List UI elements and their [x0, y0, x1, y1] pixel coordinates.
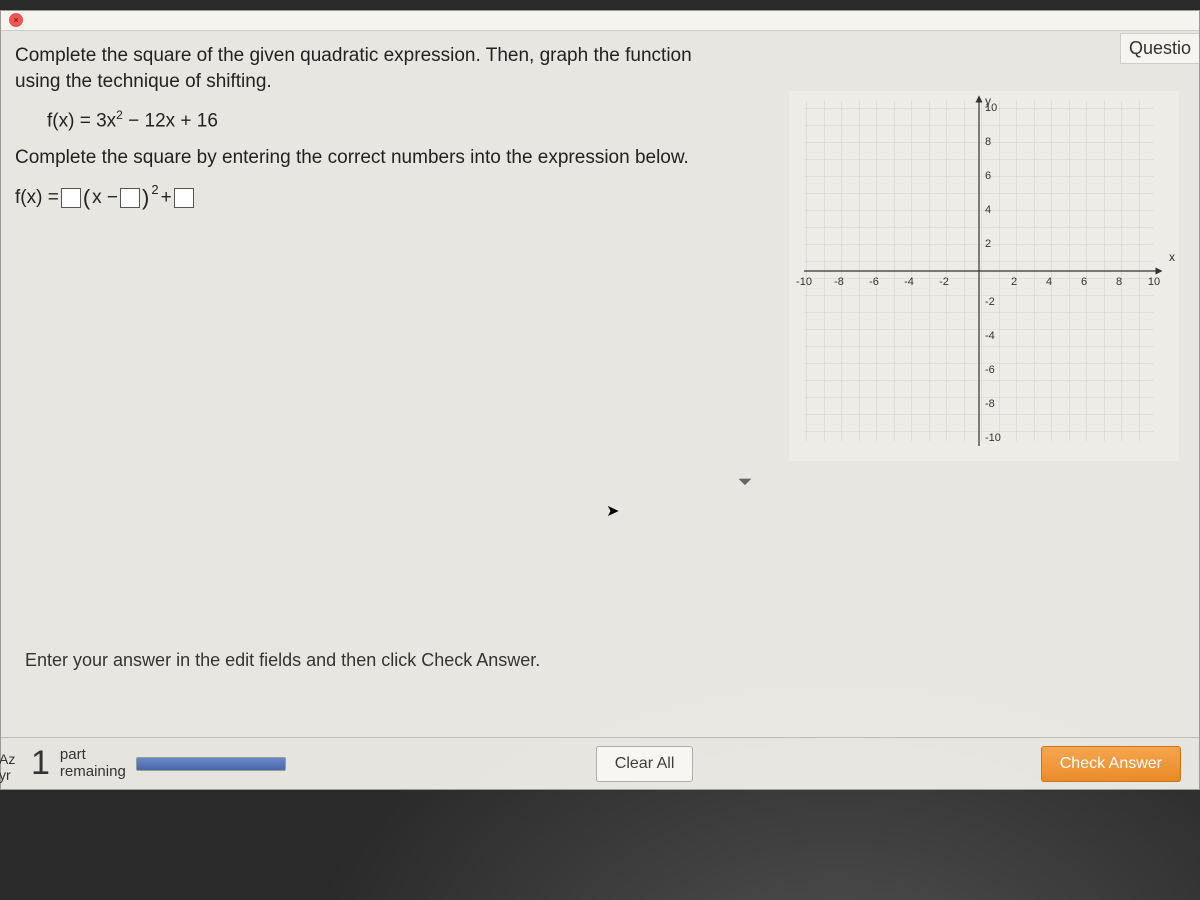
svg-text:4: 4	[1046, 276, 1052, 288]
close-icon[interactable]: ×	[9, 13, 23, 27]
parts-remaining-label: partremaining	[60, 747, 126, 780]
svg-text:-6: -6	[869, 276, 879, 288]
answer-prefix: f(x) =	[15, 187, 59, 209]
plus-sign: +	[161, 187, 172, 209]
sub-instruction: Complete the square by entering the corr…	[15, 147, 775, 169]
side-label: Azyr	[0, 752, 19, 783]
eq-exp: 2	[116, 108, 123, 122]
x-axis-label: x	[1169, 250, 1175, 264]
resize-handle-icon[interactable]: ◢	[737, 470, 753, 486]
svg-text:10: 10	[1148, 276, 1160, 288]
progress-bar	[136, 757, 286, 771]
coordinate-graph[interactable]: x y -10 -8 -6 -4 -2 2 4 6 8 10 10	[789, 91, 1179, 461]
svg-text:10: 10	[985, 102, 997, 114]
content-area: Complete the square of the given quadrat…	[1, 31, 1199, 731]
cursor-icon: ➤	[606, 501, 619, 521]
svg-text:2: 2	[1011, 276, 1017, 288]
footer-hint: Enter your answer in the edit fields and…	[25, 650, 540, 671]
problem-instruction: Complete the square of the given quadrat…	[15, 43, 735, 94]
parts-remaining-count: 1	[31, 744, 50, 783]
var-text: x −	[92, 187, 118, 209]
k-input[interactable]	[174, 188, 194, 208]
check-answer-button[interactable]: Check Answer	[1041, 746, 1181, 782]
svg-text:2: 2	[985, 238, 991, 250]
svg-text:8: 8	[985, 136, 991, 148]
svg-text:-10: -10	[985, 432, 1001, 444]
svg-text:-10: -10	[796, 276, 812, 288]
squared: 2	[151, 182, 158, 197]
svg-text:-2: -2	[939, 276, 949, 288]
svg-text:-4: -4	[904, 276, 914, 288]
svg-text:6: 6	[1081, 276, 1087, 288]
eq-post: − 12x + 16	[123, 111, 218, 132]
svg-text:-6: -6	[985, 364, 995, 376]
svg-text:-4: -4	[985, 330, 995, 342]
lparen: (	[83, 185, 90, 211]
coefficient-input[interactable]	[61, 188, 81, 208]
window-topbar: ×	[1, 11, 1199, 31]
svg-text:-2: -2	[985, 296, 995, 308]
assessment-window: × Questio Complete the square of the giv…	[0, 10, 1200, 790]
svg-text:6: 6	[985, 170, 991, 182]
rparen: )	[142, 185, 149, 211]
clear-all-button[interactable]: Clear All	[596, 746, 694, 782]
footer-bar: Azyr 1 partremaining Clear All Check Ans…	[1, 737, 1199, 789]
svg-text:-8: -8	[985, 398, 995, 410]
svg-text:-8: -8	[834, 276, 844, 288]
svg-text:4: 4	[985, 204, 991, 216]
h-input[interactable]	[120, 188, 140, 208]
svg-text:8: 8	[1116, 276, 1122, 288]
eq-pre: f(x) = 3x	[47, 111, 116, 132]
